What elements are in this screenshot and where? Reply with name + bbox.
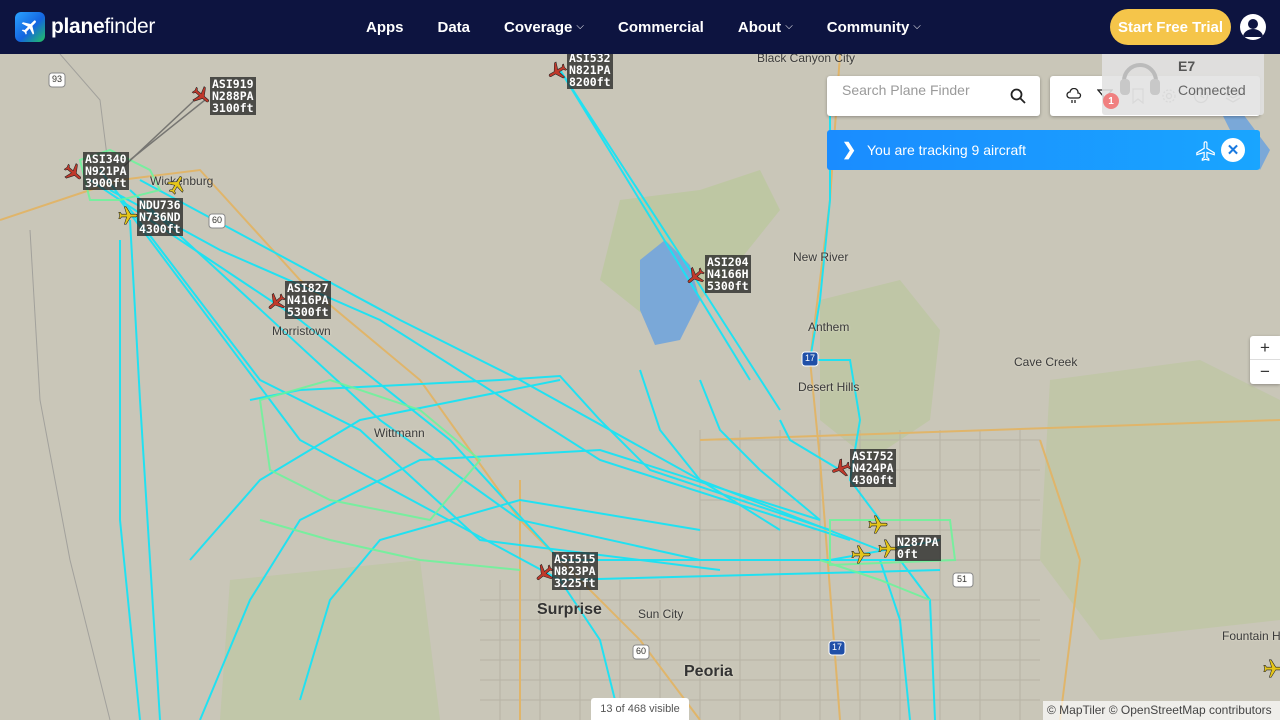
zoom-control: + −	[1250, 336, 1280, 384]
planefinder-logo[interactable]: planefinder	[15, 12, 155, 42]
atc-code: E7	[1178, 58, 1196, 74]
aircraft-icon[interactable]	[546, 60, 568, 82]
aircraft-label[interactable]: ASI204 N4166H 5300ft	[705, 255, 751, 293]
chevron-down-icon: ⌵	[576, 20, 584, 32]
plane-logo-icon	[15, 12, 45, 42]
filter-count-badge: 1	[1103, 93, 1119, 109]
aircraft-label[interactable]: ASI340 N921PA 3900ft	[83, 152, 129, 190]
aircraft-icon[interactable]	[1262, 658, 1280, 680]
chevron-down-icon: ⌵	[785, 20, 793, 32]
search-input[interactable]	[827, 76, 1007, 116]
aircraft-icon[interactable]	[867, 514, 889, 536]
place-label: Fountain H	[1222, 629, 1280, 643]
tracking-text: You are tracking 9 aircraft	[867, 142, 1027, 158]
aircraft-icon[interactable]	[190, 85, 212, 107]
place-label: Anthem	[808, 320, 850, 334]
map-attribution[interactable]: © MapTiler © OpenStreetMap contributors	[1043, 701, 1280, 720]
highway-shield: 17	[832, 642, 843, 652]
aircraft-icon[interactable]	[62, 162, 84, 184]
weather-icon[interactable]	[1066, 88, 1082, 104]
nav-data[interactable]: Data	[438, 19, 471, 36]
highway-shield: 93	[52, 74, 63, 84]
highway-shield: 17	[805, 353, 816, 363]
aircraft-icon[interactable]	[830, 457, 852, 479]
nav-commercial[interactable]: Commercial	[618, 19, 704, 36]
place-label: Black Canyon City	[757, 54, 856, 65]
aircraft-icon[interactable]	[265, 291, 287, 313]
place-label: Wittmann	[374, 426, 425, 440]
aircraft-icon[interactable]	[166, 174, 188, 196]
headset-icon	[1120, 63, 1160, 95]
nav-community[interactable]: Community ⌵	[827, 19, 921, 36]
search-icon[interactable]	[1010, 88, 1026, 104]
search-box	[827, 76, 1040, 116]
nav-apps[interactable]: Apps	[366, 19, 404, 36]
aircraft-label[interactable]: ASI919 N288PA 3100ft	[210, 77, 256, 115]
aircraft-label[interactable]: N287PA 0ft	[895, 535, 941, 561]
atc-status: Connected	[1178, 82, 1246, 98]
chevron-right-icon[interactable]: ❯	[842, 140, 856, 160]
start-free-trial-button[interactable]: Start Free Trial	[1110, 9, 1231, 45]
place-label: New River	[793, 250, 849, 264]
aircraft-icon[interactable]	[850, 544, 872, 566]
place-label: Morristown	[272, 324, 331, 338]
zoom-out-button[interactable]: −	[1250, 360, 1280, 384]
aircraft-label[interactable]: ASI752 N424PA 4300ft	[850, 449, 896, 487]
aircraft-label[interactable]: ASI827 N416PA 5300ft	[285, 281, 331, 319]
close-icon[interactable]: ✕	[1221, 138, 1245, 162]
place-label: Surprise	[537, 601, 602, 618]
nav-links: Apps Data Coverage ⌵ Commercial About ⌵ Co…	[366, 0, 955, 54]
zoom-in-button[interactable]: +	[1250, 336, 1280, 360]
highway-shield: 51	[957, 574, 968, 584]
place-label: Desert Hills	[798, 380, 860, 394]
nav-about[interactable]: About ⌵	[738, 19, 793, 36]
visible-count: 13 of 468 visible	[591, 698, 689, 720]
aircraft-icon[interactable]	[117, 205, 139, 227]
place-label: Cave Creek	[1014, 355, 1078, 369]
aircraft-icon[interactable]	[684, 265, 706, 287]
place-label: Peoria	[684, 663, 733, 680]
nav-coverage[interactable]: Coverage ⌵	[504, 19, 584, 36]
highway-shield: 60	[212, 215, 223, 225]
account-icon[interactable]	[1240, 14, 1266, 40]
top-navigation: planefinder Apps Data Coverage ⌵ Commerci…	[0, 0, 1280, 54]
chevron-down-icon: ⌵	[913, 20, 921, 32]
aircraft-label[interactable]: NDU736 N736ND 4300ft	[137, 198, 183, 236]
place-label: Sun City	[638, 607, 684, 621]
plane-icon	[1196, 141, 1215, 161]
brand-name: planefinder	[51, 15, 156, 38]
aircraft-label[interactable]: ASI532 N821PA 8200ft	[567, 54, 613, 89]
aircraft-label[interactable]: ASI515 N823PA 3225ft	[552, 552, 598, 590]
tracking-bar[interactable]: ❯ You are tracking 9 aircraft ✕	[827, 130, 1260, 170]
highway-shield: 60	[636, 646, 647, 656]
